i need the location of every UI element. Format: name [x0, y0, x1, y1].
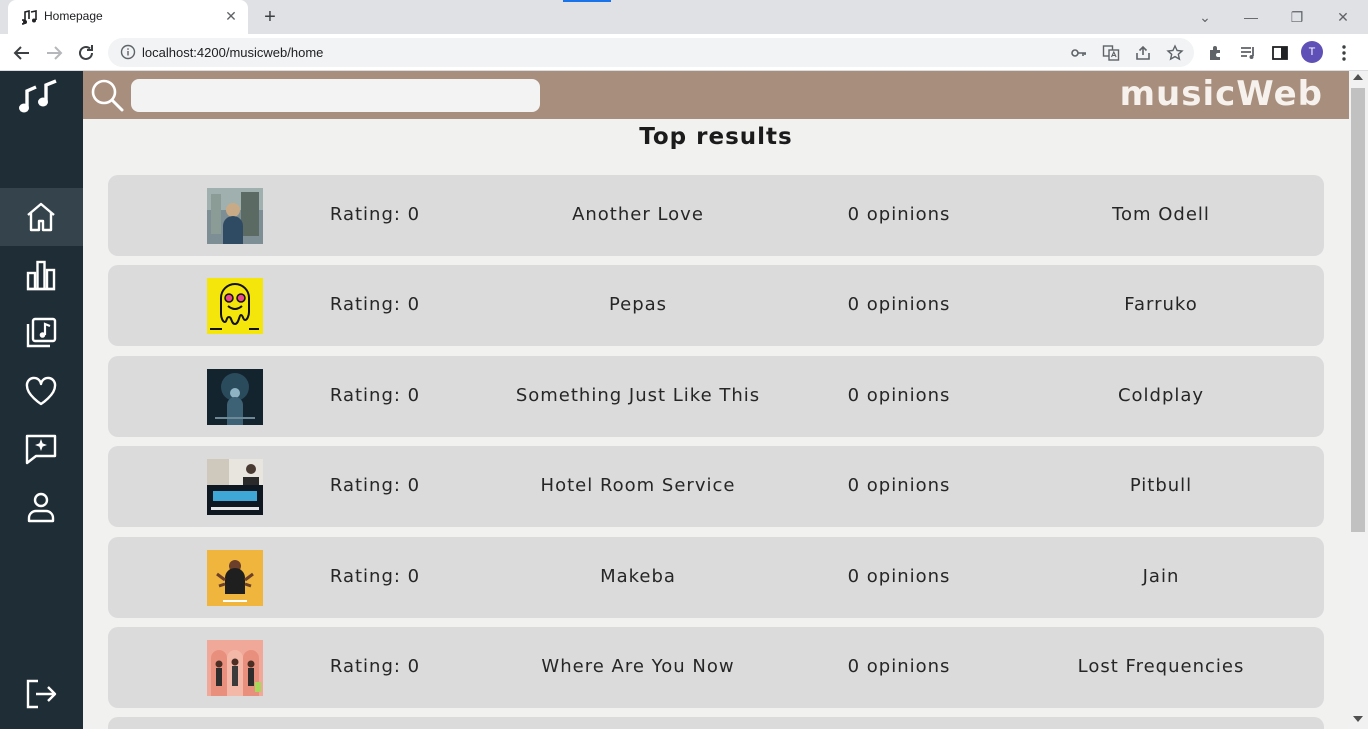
page-title: Top results	[639, 124, 793, 150]
song-title[interactable]: Another Love	[488, 204, 788, 225]
song-title[interactable]: Pepas	[488, 294, 788, 315]
app-header: musicWeb	[83, 71, 1349, 119]
result-row[interactable]: Rating: 0 Something Just Like This 0 opi…	[108, 356, 1324, 437]
scrollbar-thumb[interactable]	[1351, 88, 1365, 532]
sidebar-item-charts[interactable]	[0, 246, 83, 304]
result-row[interactable]: Rating: 0 Pepas 0 opinions Farruko	[108, 265, 1324, 346]
main-content: Top results Rating: 0 Another Love 0 opi…	[83, 119, 1349, 729]
reload-icon[interactable]	[74, 41, 98, 65]
new-tab-button[interactable]: +	[258, 6, 282, 28]
opinions-count: 0 opinions	[847, 475, 951, 496]
result-row[interactable]: Rating: 0 Another Love 0 opinions Tom Od…	[108, 175, 1324, 256]
result-row[interactable]: Rating: 0 Where Are You Now 0 opinions L…	[108, 627, 1324, 708]
album-cover[interactable]	[207, 459, 263, 515]
album-cover[interactable]	[207, 369, 263, 425]
browser-tab[interactable]: Homepage ✕	[8, 0, 248, 34]
browser-tab-title: Homepage	[44, 9, 103, 23]
translate-icon[interactable]	[1102, 44, 1120, 62]
sidebar-item-library[interactable]	[0, 304, 83, 362]
opinions-count: 0 opinions	[847, 385, 951, 406]
forward-arrow-icon[interactable]	[42, 41, 66, 65]
opinions-count: 0 opinions	[847, 294, 951, 315]
result-row-partial[interactable]	[108, 717, 1324, 729]
album-cover[interactable]	[207, 278, 263, 334]
result-row[interactable]: Rating: 0 Makeba 0 opinions Jain	[108, 537, 1324, 618]
message-sparkle-icon	[25, 434, 57, 465]
kebab-menu-icon[interactable]	[1334, 43, 1354, 63]
song-title[interactable]: Something Just Like This	[488, 385, 788, 406]
scroll-down-arrow-icon[interactable]	[1353, 716, 1363, 722]
artist-name[interactable]: Coldplay	[1023, 385, 1299, 406]
bar-chart-icon	[26, 260, 56, 291]
song-title[interactable]: Makeba	[488, 566, 788, 587]
browser-tab-strip: Homepage ✕ + ⌄ — ❐ ✕	[0, 0, 1368, 34]
artist-name[interactable]: Farruko	[1023, 294, 1299, 315]
rating-text: Rating: 0	[329, 294, 421, 315]
opinions-count: 0 opinions	[847, 204, 951, 225]
rating-text: Rating: 0	[329, 475, 421, 496]
music-note-icon	[22, 9, 37, 25]
heart-icon	[25, 376, 57, 406]
bookmark-star-icon[interactable]	[1166, 44, 1184, 62]
home-icon	[27, 202, 55, 232]
logout-icon[interactable]	[24, 677, 58, 711]
song-title[interactable]: Hotel Room Service	[488, 475, 788, 496]
sidebar	[0, 71, 83, 729]
browser-toolbar: localhost:4200/musicweb/home T	[0, 34, 1368, 71]
key-icon[interactable]	[1070, 44, 1088, 62]
media-queue-icon[interactable]	[1238, 43, 1258, 63]
song-title[interactable]: Where Are You Now	[488, 656, 788, 677]
close-window-button[interactable]: ✕	[1331, 6, 1355, 28]
opinions-count: 0 opinions	[847, 656, 951, 677]
album-cover[interactable]	[207, 640, 263, 696]
tab-indicator	[563, 0, 611, 2]
sidebar-item-profile[interactable]	[0, 478, 83, 536]
share-icon[interactable]	[1134, 44, 1152, 62]
album-cover[interactable]	[207, 188, 263, 244]
artist-name[interactable]: Lost Frequencies	[1023, 656, 1299, 677]
rating-text: Rating: 0	[329, 204, 421, 225]
extensions-puzzle-icon[interactable]	[1206, 43, 1226, 63]
search-input[interactable]	[131, 79, 540, 112]
rating-text: Rating: 0	[329, 385, 421, 406]
user-icon	[27, 492, 55, 523]
tab-search-chevron-icon[interactable]: ⌄	[1193, 6, 1217, 28]
site-info-icon[interactable]	[120, 44, 136, 60]
scroll-up-arrow-icon[interactable]	[1353, 74, 1363, 80]
artist-name[interactable]: Pitbull	[1023, 475, 1299, 496]
sidebar-item-reviews[interactable]	[0, 420, 83, 478]
rating-text: Rating: 0	[329, 566, 421, 587]
opinions-count: 0 opinions	[847, 566, 951, 587]
artist-name[interactable]: Tom Odell	[1023, 204, 1299, 225]
rating-text: Rating: 0	[329, 656, 421, 677]
url-text: localhost:4200/musicweb/home	[142, 45, 324, 60]
minimize-button[interactable]: —	[1239, 6, 1263, 28]
sidebar-item-home[interactable]	[0, 188, 83, 246]
album-cover[interactable]	[207, 550, 263, 606]
music-notes-logo-icon[interactable]	[18, 77, 60, 117]
back-arrow-icon[interactable]	[10, 41, 34, 65]
result-row[interactable]: Rating: 0 Hotel Room Service 0 opinions …	[108, 446, 1324, 527]
artist-name[interactable]: Jain	[1023, 566, 1299, 587]
restore-button[interactable]: ❐	[1285, 6, 1309, 28]
search-icon[interactable]	[90, 78, 124, 112]
profile-avatar[interactable]: T	[1301, 41, 1323, 63]
tab-close-icon[interactable]: ✕	[222, 8, 240, 26]
sidebar-item-favorites[interactable]	[0, 362, 83, 420]
music-library-icon	[26, 317, 57, 348]
brand-title: musicWeb	[1119, 74, 1323, 114]
address-bar[interactable]: localhost:4200/musicweb/home	[108, 38, 1194, 67]
side-panel-icon[interactable]	[1270, 43, 1290, 63]
